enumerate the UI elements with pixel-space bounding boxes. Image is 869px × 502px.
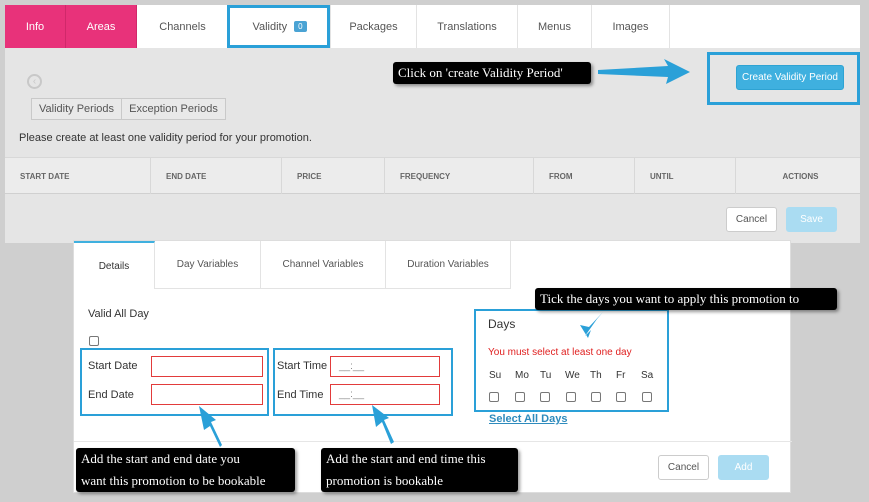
form-cancel-button[interactable]: Cancel (658, 455, 709, 480)
column-until: UNTIL (640, 158, 736, 194)
valid-all-day-checkbox[interactable] (89, 336, 99, 346)
column-end-date: END DATE (156, 158, 282, 194)
tab-day-variables[interactable]: Day Variables (155, 241, 261, 289)
cancel-button[interactable]: Cancel (726, 207, 777, 232)
tab-details[interactable]: Details (74, 241, 155, 289)
validity-table-header: START DATE END DATE PRICE FREQUENCY FROM… (5, 157, 860, 194)
validity-hint: Please create at least one validity peri… (19, 132, 312, 144)
time-callout-line-1: Add the start and end time this (326, 451, 486, 466)
tabbar-filler (670, 5, 860, 48)
time-callout-line-2: promotion is bookable (326, 473, 443, 488)
tab-menus[interactable]: Menus (518, 5, 592, 48)
column-price: PRICE (287, 158, 385, 194)
form-add-button[interactable]: Add (718, 455, 769, 480)
segment-exception-periods[interactable]: Exception Periods (121, 98, 226, 120)
tab-images[interactable]: Images (592, 5, 670, 48)
promotion-tabbar: Info Areas Channels Validity 0 Packages T… (5, 5, 860, 48)
form-footer-divider (74, 441, 792, 442)
column-actions: ACTIONS (782, 171, 819, 181)
validity-tab-highlight (227, 5, 330, 48)
column-from: FROM (539, 158, 635, 194)
days-highlight (474, 309, 669, 412)
time-fields-highlight (273, 348, 453, 416)
back-icon[interactable]: ‹ (27, 74, 42, 89)
tab-channel-variables[interactable]: Channel Variables (261, 241, 386, 289)
segment-validity-periods[interactable]: Validity Periods (31, 98, 122, 120)
tab-translations[interactable]: Translations (417, 5, 518, 48)
valid-all-day-label: Valid All Day (88, 308, 149, 320)
tab-duration-variables[interactable]: Duration Variables (386, 241, 511, 289)
validity-panel: Info Areas Channels Validity 0 Packages T… (5, 5, 860, 243)
days-callout: Tick the days you want to apply this pro… (535, 288, 837, 310)
date-callout-line-1: Add the start and end date you (81, 451, 240, 466)
column-start-date: START DATE (10, 158, 151, 194)
date-callout-line-2: want this promotion to be bookable (81, 473, 266, 488)
date-fields-highlight (80, 348, 269, 416)
column-frequency: FREQUENCY (390, 158, 534, 194)
save-button[interactable]: Save (786, 207, 837, 232)
tab-areas[interactable]: Areas (66, 5, 137, 48)
create-callout: Click on 'create Validity Period' (393, 62, 591, 84)
date-callout: Add the start and end date you want this… (76, 448, 295, 492)
select-all-days-link[interactable]: Select All Days (489, 413, 567, 425)
tab-channels[interactable]: Channels (137, 5, 229, 48)
time-callout: Add the start and end time this promotio… (321, 448, 518, 492)
tab-info[interactable]: Info (5, 5, 66, 48)
create-button-highlight (707, 52, 860, 105)
tab-packages[interactable]: Packages (331, 5, 417, 48)
